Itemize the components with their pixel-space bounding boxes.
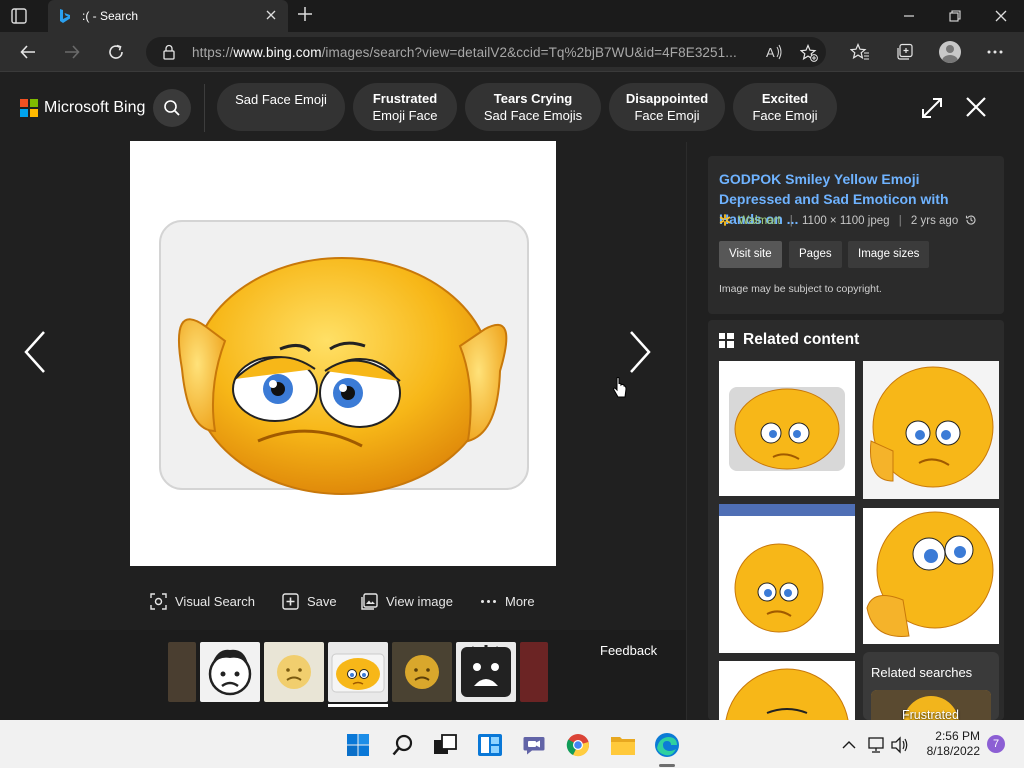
- thumbnail[interactable]: [520, 642, 548, 702]
- network-icon[interactable]: [863, 732, 889, 758]
- thumbnail[interactable]: [200, 642, 260, 702]
- visual-search-icon: [150, 592, 167, 610]
- back-arrow-icon[interactable]: [16, 40, 40, 64]
- active-app-indicator: [659, 764, 675, 767]
- copyright-notice: Image may be subject to copyright.: [719, 283, 882, 295]
- profile-icon[interactable]: [938, 40, 962, 64]
- new-tab-icon[interactable]: [296, 5, 314, 23]
- microsoft-logo-icon[interactable]: [20, 99, 38, 117]
- image-age: 2 yrs ago: [910, 215, 959, 227]
- tab-close-icon[interactable]: [266, 9, 276, 23]
- address-bar: https://www.bing.com/images/search?view=…: [0, 32, 1024, 72]
- thumbnail[interactable]: [264, 642, 324, 702]
- thumbnail[interactable]: [392, 642, 452, 702]
- visual-search-button[interactable]: Visual Search: [150, 590, 255, 612]
- related-image[interactable]: [719, 661, 855, 720]
- related-chip-tears-crying[interactable]: Tears Crying Sad Face Emojis: [465, 83, 601, 131]
- related-chip-excited[interactable]: Excited Face Emoji: [733, 83, 837, 131]
- next-image-arrow-icon[interactable]: [625, 328, 655, 376]
- notification-badge[interactable]: 7: [987, 735, 1005, 753]
- widgets-icon[interactable]: [477, 732, 503, 758]
- grid-icon: [719, 333, 734, 348]
- image-sizes-button[interactable]: Image sizes: [848, 241, 930, 268]
- refresh-icon[interactable]: [104, 40, 128, 64]
- walmart-spark-icon: [719, 214, 731, 229]
- volume-icon[interactable]: [887, 732, 913, 758]
- favorites-icon[interactable]: [848, 40, 872, 64]
- mouse-cursor-icon: [612, 377, 628, 404]
- image-meta: Walmart | 1100 × 1100 jpeg | 2 yrs ago: [719, 214, 977, 229]
- related-image[interactable]: [863, 508, 999, 644]
- view-image-icon: [361, 592, 378, 610]
- thumbnail-active[interactable]: [328, 642, 388, 702]
- bing-favicon: [58, 8, 72, 29]
- related-image[interactable]: [719, 504, 855, 653]
- feedback-link[interactable]: Feedback: [600, 643, 657, 658]
- url-text: https://www.bing.com/images/search?view=…: [192, 45, 737, 60]
- related-chip-disappointed[interactable]: Disappointed Face Emoji: [609, 83, 725, 131]
- related-content-title: Related content: [743, 331, 860, 348]
- history-icon: [965, 214, 977, 229]
- main-image[interactable]: [130, 141, 556, 566]
- thumbnail[interactable]: [168, 642, 196, 702]
- chevron-up-icon[interactable]: [836, 732, 862, 758]
- minimize-icon[interactable]: [886, 0, 932, 32]
- system-clock[interactable]: 2:56 PM 8/18/2022: [920, 729, 980, 759]
- image-dimensions: 1100 × 1100 jpeg: [802, 215, 890, 227]
- file-explorer-icon[interactable]: [610, 732, 636, 758]
- more-button[interactable]: More: [480, 590, 535, 612]
- related-searches-label: Related searches: [871, 665, 973, 680]
- more-icon[interactable]: [983, 40, 1007, 64]
- search-icon: [164, 100, 180, 116]
- search-button[interactable]: [153, 89, 191, 127]
- tab-actions-icon[interactable]: [10, 7, 28, 25]
- pages-button[interactable]: Pages: [789, 241, 842, 268]
- clock-time: 2:56 PM: [935, 729, 980, 743]
- browser-tab-bar: :( - Search: [0, 0, 1024, 32]
- close-icon[interactable]: [964, 95, 988, 119]
- add-favorite-icon[interactable]: [799, 43, 818, 67]
- collections-icon[interactable]: [893, 40, 917, 64]
- windows-start-icon[interactable]: [345, 732, 371, 758]
- related-chip-sad-face-emoji[interactable]: Sad Face Emoji: [217, 83, 345, 131]
- source-name[interactable]: Walmart: [738, 215, 780, 227]
- avatar: [939, 41, 961, 63]
- teams-chat-icon[interactable]: [521, 732, 547, 758]
- more-dots-icon: [481, 599, 496, 603]
- clock-date: 8/18/2022: [926, 744, 980, 758]
- brand-name[interactable]: Microsoft Bing: [44, 99, 145, 117]
- url-field[interactable]: https://www.bing.com/images/search?view=…: [146, 37, 826, 67]
- save-icon: [282, 592, 299, 610]
- save-button[interactable]: Save: [282, 590, 337, 612]
- read-aloud-icon[interactable]: A: [766, 44, 784, 65]
- thumbnail[interactable]: [456, 642, 516, 702]
- restore-icon[interactable]: [932, 0, 978, 32]
- task-view-icon[interactable]: [432, 732, 458, 758]
- related-chip-frustrated[interactable]: Frustrated Emoji Face: [353, 83, 457, 131]
- search-icon[interactable]: [390, 732, 416, 758]
- close-window-icon[interactable]: [978, 0, 1024, 32]
- view-image-button[interactable]: View image: [361, 590, 453, 612]
- lock-icon[interactable]: [162, 44, 176, 65]
- visit-site-button[interactable]: Visit site: [719, 241, 782, 268]
- related-image[interactable]: [719, 361, 855, 496]
- forward-arrow-icon[interactable]: [60, 40, 84, 64]
- browser-tab[interactable]: :( - Search: [48, 0, 288, 32]
- edge-icon[interactable]: [654, 732, 680, 758]
- svg-text:A: A: [766, 45, 775, 60]
- tab-title: :( - Search: [82, 9, 139, 23]
- header-divider: [204, 84, 205, 132]
- related-image[interactable]: [863, 361, 999, 499]
- chrome-icon[interactable]: [565, 732, 591, 758]
- active-thumbnail-indicator: [328, 704, 388, 707]
- previous-image-arrow-icon[interactable]: [20, 328, 50, 376]
- expand-icon[interactable]: [920, 96, 944, 120]
